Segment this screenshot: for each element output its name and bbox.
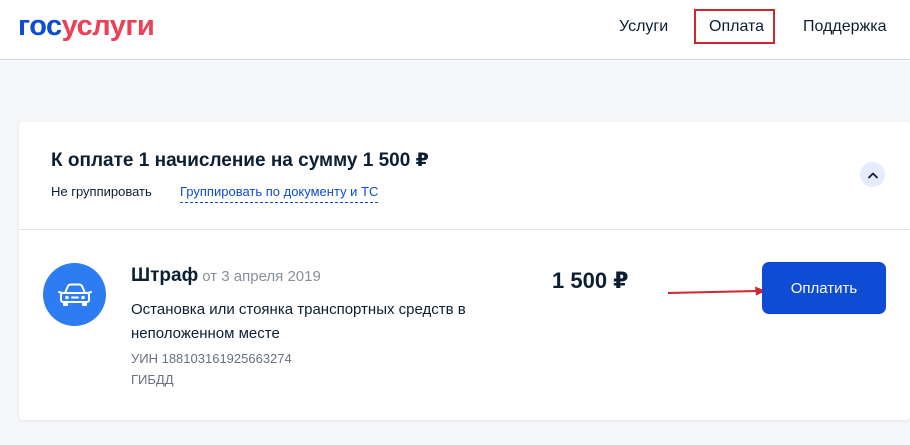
pay-button[interactable]: Оплатить [762, 262, 886, 314]
charge-title: Штраф от 3 апреля 2019 [131, 263, 321, 290]
logo-part-uslugi: услуги [61, 10, 155, 42]
charge-uin: УИН 188103161925663274 [131, 351, 292, 366]
car-icon [43, 263, 106, 326]
group-by-document-link[interactable]: Группировать по документу и ТС [180, 184, 379, 203]
charge-description: Остановка или стоянка транспортных средс… [131, 301, 466, 342]
charge-organization: ГИБДД [131, 372, 174, 387]
charge-type: Штраф [131, 265, 199, 286]
charge-date: от 3 апреля 2019 [202, 268, 321, 285]
nav-services[interactable]: Услуги [619, 17, 668, 37]
charge-amount: 1 500 ₽ [552, 268, 629, 293]
nav-support[interactable]: Поддержка [803, 17, 886, 37]
payment-card: К оплате 1 начисление на сумму 1 500 ₽ Н… [19, 122, 910, 420]
gosuslugi-logo[interactable]: госуслуги [18, 9, 155, 43]
payment-summary-title: К оплате 1 начисление на сумму 1 500 ₽ [51, 150, 429, 171]
site-header: госуслуги Услуги Оплата Поддержка [0, 0, 910, 60]
divider [19, 229, 910, 230]
chevron-up-icon [867, 172, 878, 178]
collapse-button[interactable] [860, 162, 885, 187]
annotation-arrow [667, 286, 766, 296]
group-off-option[interactable]: Не группировать [51, 184, 152, 200]
logo-part-gos: гос [18, 10, 62, 42]
nav-payment[interactable]: Оплата [709, 17, 764, 37]
